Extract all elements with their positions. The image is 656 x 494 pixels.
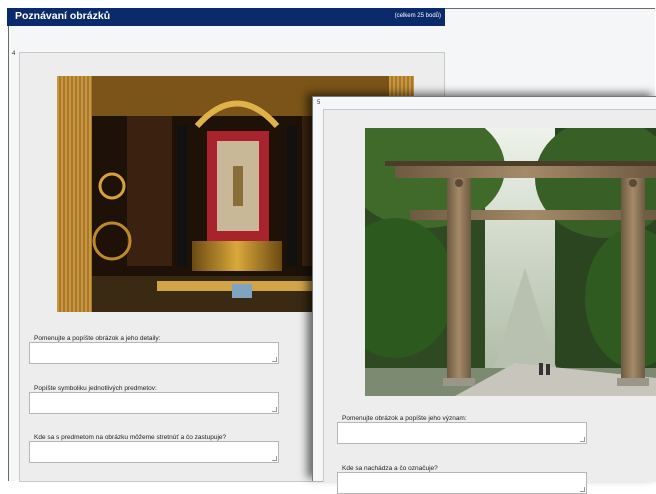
text-field[interactable] [337,472,587,494]
section-title: Poznávaní obrázků [15,10,111,22]
field-label: Kde sa s predmetom na obrázku môžeme str… [34,434,227,441]
question-number: 5 [317,100,321,106]
question-number: 4 [12,51,16,57]
torii-image [365,128,656,396]
text-field[interactable] [337,422,587,444]
field-label: Kde sa nachádza a čo označuje? [342,465,438,472]
text-field[interactable] [29,392,279,414]
section-header: Poznávaní obrázků (celkem 25 bodů) [7,8,445,26]
points-label: (celkem 25 bodů) [394,13,441,19]
field-label: Popíšte symboliku jednotlivých predmetov… [34,385,157,392]
text-field[interactable] [29,342,279,364]
field-label: Pomenujte obrázok a popíšte jeho význam: [342,415,467,422]
field-label: Pomenujte a popíšte obrázok a jeho detai… [34,335,161,342]
text-field[interactable] [29,441,279,463]
